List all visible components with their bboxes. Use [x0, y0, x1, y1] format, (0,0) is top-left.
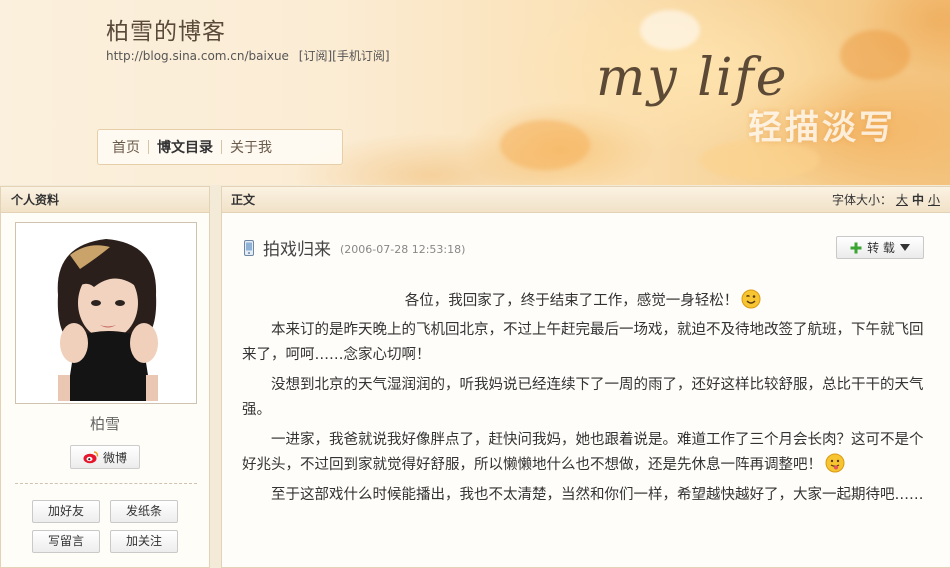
post-paragraph-text: 一进家，我爸就说我好像胖点了，赶快问我妈，她也跟着说是。难道工作了三个月会长肉？… [242, 432, 924, 473]
avatar[interactable] [15, 222, 197, 404]
post-title-row: 拍戏归来 (2006-07-28 12:53:18) [242, 235, 465, 260]
banner-decoration [840, 30, 910, 80]
blog-nav: 首页 博文目录 关于我 [97, 129, 343, 165]
article-panel-heading: 正文 字体大小： 大中小 [222, 187, 950, 213]
subscribe-link[interactable]: [订阅] [299, 49, 332, 63]
font-size-medium[interactable]: 中 [912, 193, 924, 207]
weibo-logo-icon [83, 451, 99, 464]
nav-item-post-list[interactable]: 博文目录 [157, 137, 213, 157]
repost-button-label: 转 载 [867, 241, 895, 255]
banner-decoration [640, 10, 700, 50]
font-size-large[interactable]: 大 [896, 193, 908, 207]
weibo-button-label: 微博 [102, 450, 127, 465]
follow-button[interactable]: 加关注 [110, 530, 178, 553]
nav-item-about[interactable]: 关于我 [230, 137, 272, 157]
avatar-photo [18, 225, 194, 401]
add-friend-button[interactable]: 加好友 [32, 500, 100, 523]
repost-button[interactable]: 转 载 [836, 236, 924, 259]
profile-panel: 个人资料 柏雪 微博 加好友 发纸条 写留言 加关注 [0, 186, 210, 568]
profile-name[interactable]: 柏雪 [1, 413, 209, 434]
font-size-small[interactable]: 小 [928, 193, 940, 207]
article-heading-label: 正文 [231, 193, 256, 207]
profile-panel-heading: 个人资料 [1, 187, 209, 213]
winking-smiley-icon [741, 289, 761, 309]
nav-divider [221, 140, 222, 154]
send-note-button[interactable]: 发纸条 [110, 500, 178, 523]
post-body: 各位，我回家了，终于结束了工作，感觉一身轻松！ 本来订的是昨天晚上的飞机回北京，… [242, 289, 924, 513]
profile-divider [15, 483, 197, 484]
post-paragraph: 没想到北京的天气湿润润的，听我妈说已经连续下了一周的雨了，还好这样比较舒服，总比… [242, 377, 924, 418]
post-paragraph-text: 各位，我回家了，终于结束了工作，感觉一身轻松！ [404, 293, 739, 309]
blog-title[interactable]: 柏雪的博客 [106, 12, 226, 46]
weibo-button[interactable]: 微博 [70, 445, 140, 469]
banner-decoration [500, 120, 590, 170]
nav-item-home[interactable]: 首页 [112, 137, 140, 157]
post-paragraph: 本来订的是昨天晚上的飞机回北京，不过上午赶完最后一场戏，就迫不及待地改签了航班，… [242, 322, 924, 363]
blog-banner: 柏雪的博客 http://blog.sina.com.cn/baixue [订阅… [0, 0, 950, 185]
blog-url[interactable]: http://blog.sina.com.cn/baixue [106, 49, 289, 63]
font-size-switcher: 字体大小： 大中小 [832, 187, 940, 213]
post-title: 拍戏归来 [263, 240, 331, 260]
post-timestamp: (2006-07-28 12:53:18) [340, 242, 466, 256]
nav-divider [148, 140, 149, 154]
post-paragraph: 至于这部戏什么时候能播出，我也不太清楚，当然和你们一样，希望越快越好了，大家一起… [271, 487, 924, 503]
banner-title: my life [596, 48, 789, 108]
banner-slogan: 轻描淡写 [748, 108, 896, 148]
article-panel: 正文 字体大小： 大中小 拍戏归来 (2006-07-28 12:53:18) 转… [221, 186, 950, 568]
tongue-out-smiley-icon [825, 453, 845, 473]
chevron-down-icon [899, 243, 910, 251]
plus-icon [850, 242, 862, 253]
blog-url-line: http://blog.sina.com.cn/baixue [订阅][手机订阅… [106, 47, 390, 64]
font-size-label: 字体大小： [831, 193, 892, 207]
blog-page: 柏雪的博客 http://blog.sina.com.cn/baixue [订阅… [0, 0, 950, 568]
mobile-subscribe-link[interactable]: [手机订阅] [332, 49, 389, 63]
mobile-post-icon [244, 239, 254, 256]
post-paragraph: 各位，我回家了，终于结束了工作，感觉一身轻松！ [242, 289, 924, 314]
post-paragraph: 一进家，我爸就说我好像胖点了，赶快问我妈，她也跟着说是。难道工作了三个月会长肉？… [242, 428, 924, 478]
write-message-button[interactable]: 写留言 [32, 530, 100, 553]
